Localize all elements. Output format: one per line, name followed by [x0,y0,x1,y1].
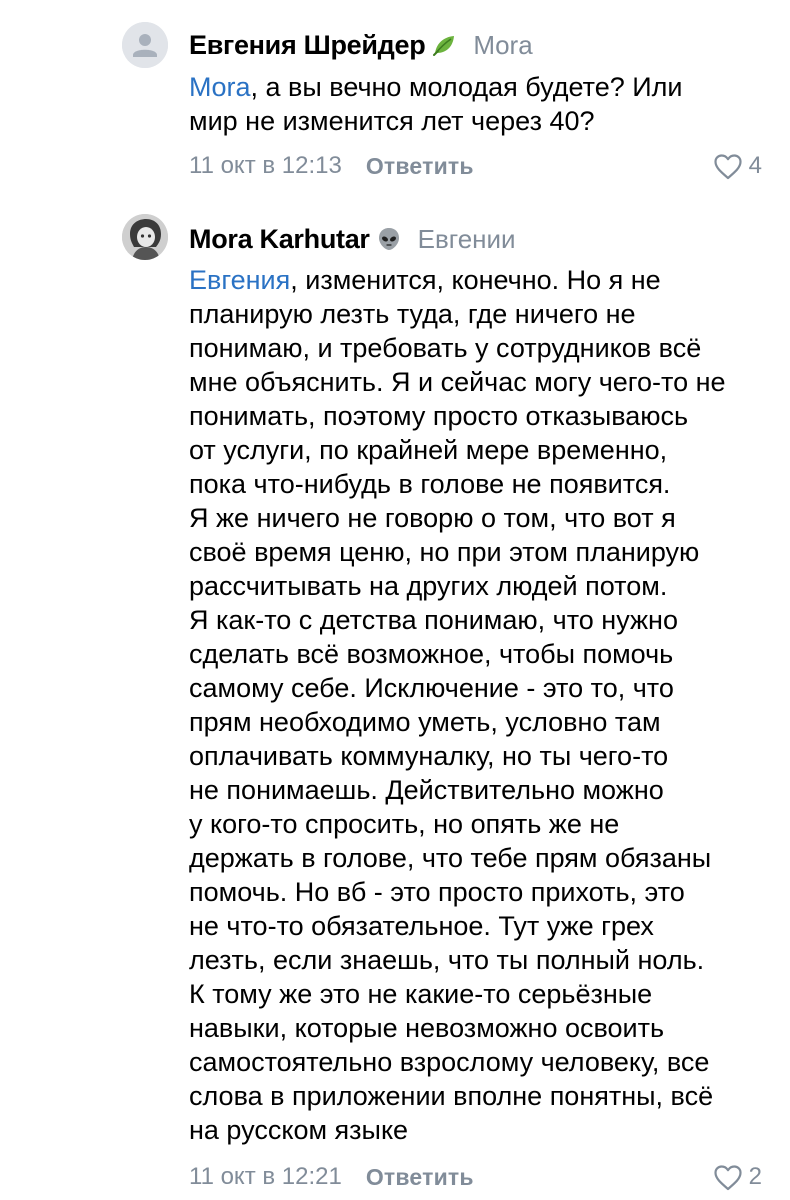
avatar[interactable] [122,214,168,260]
reply-to-name[interactable]: Евгении [418,224,516,255]
like-button[interactable]: 2 [713,1163,762,1191]
comment-footer: 11 окт в 12:13 Ответить 4 [189,150,762,182]
user-placeholder-icon [122,22,168,68]
heart-icon [714,1164,742,1190]
like-count: 4 [748,152,762,179]
comment-header: Mora Karhutar Евгении [189,222,762,256]
author-name[interactable]: Евгения Шрейдер [189,30,426,61]
comment-body: Евгения Шрейдер Mora Mora, а вы вечно мо… [189,28,762,182]
comment-text: Евгения, изменится, конечно. Но я не пла… [189,263,762,1147]
comment-date: 11 окт в 12:21 [189,1163,342,1190]
comment-text-content: , а вы вечно молодая будете? Или мир не … [189,72,683,136]
alien-icon [376,226,402,252]
heart-icon [714,153,742,179]
reply-button[interactable]: Ответить [366,1164,474,1191]
mention-link[interactable]: Евгения [189,265,290,295]
like-button[interactable]: 4 [713,152,762,180]
reply-to-name[interactable]: Mora [473,30,532,61]
avatar[interactable] [122,22,168,68]
comment-body: Mora Karhutar Евгении Евгения, изменится… [189,222,762,1193]
comment-date: 11 окт в 12:13 [189,152,342,179]
comment-text-content: , изменится, конечно. Но я не планирую л… [189,265,726,1145]
user-photo-icon [122,214,168,260]
comment-text: Mora, а вы вечно молодая будете? Или мир… [189,70,762,138]
reply-button[interactable]: Ответить [366,153,474,180]
comment-footer: 11 окт в 12:21 Ответить 2 [189,1161,762,1193]
leaf-icon [431,32,457,58]
mention-link[interactable]: Mora [189,72,251,102]
author-name[interactable]: Mora Karhutar [189,224,370,255]
comment-header: Евгения Шрейдер Mora [189,28,762,62]
like-count: 2 [748,1163,762,1190]
